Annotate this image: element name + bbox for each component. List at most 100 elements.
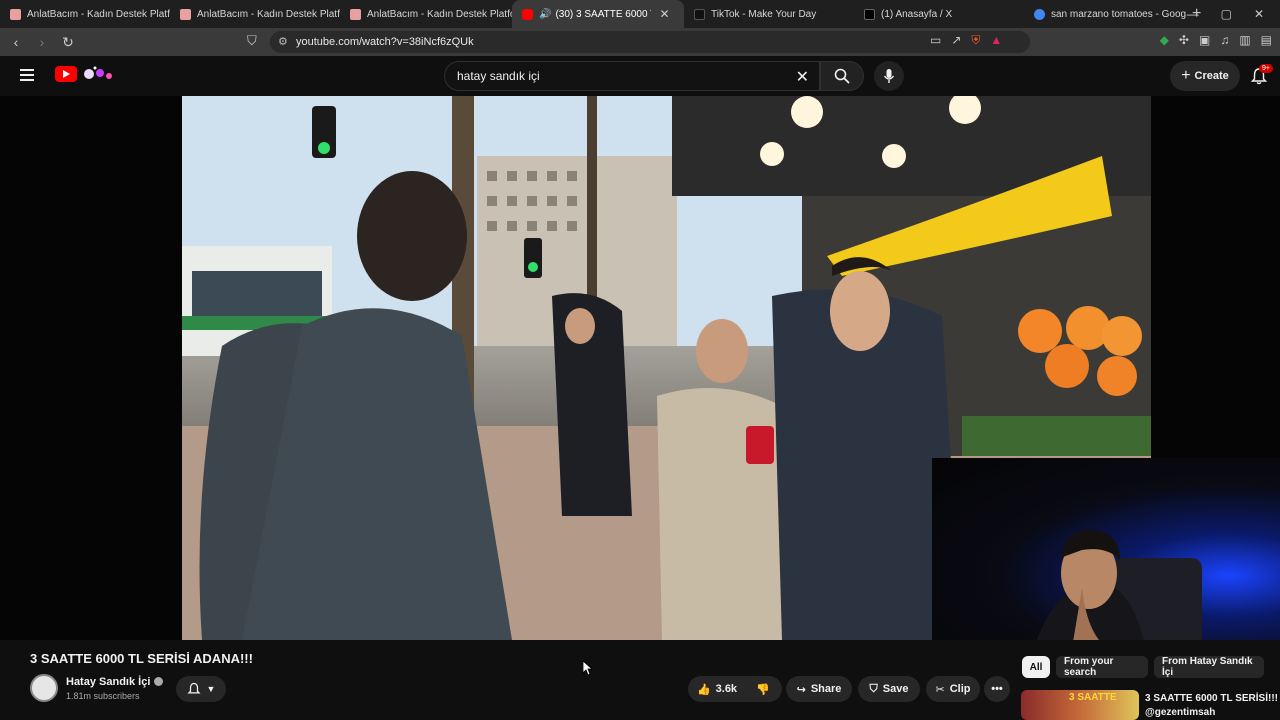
chip-label: From Hatay Sandık İçi (1162, 656, 1253, 678)
create-label: Create (1194, 70, 1229, 82)
channel-avatar[interactable] (30, 674, 58, 702)
bookmark-save-icon: ⛉ (869, 682, 878, 695)
filter-chip-from-search[interactable]: From your search (1056, 656, 1148, 678)
extension-icon[interactable]: ◆ (1160, 33, 1169, 47)
browser-tab[interactable]: TikTok - Make Your Day (684, 0, 854, 28)
video-title: 3 SAATTE 6000 TL SERİSİ ADANA!!! (30, 651, 253, 666)
share-button[interactable]: ↪ Share (786, 676, 852, 702)
minimize-icon[interactable]: — (1187, 7, 1199, 21)
cast-icon[interactable]: ▭ (930, 33, 941, 48)
channel-name-link[interactable]: Hatay Sandık İçi (66, 676, 164, 688)
site-info-icon[interactable]: ⚙ (278, 35, 288, 48)
youtube-doodle-icon[interactable] (80, 65, 116, 83)
thumbnail-text: 3 SAATTE (1069, 692, 1117, 703)
microphone-icon (883, 69, 895, 83)
browser-tab[interactable]: AnlatBacım - Kadın Destek Platformu (0, 0, 170, 28)
site-favicon-icon (10, 8, 21, 20)
address-bar-actions: ▭ ↗ ⛨ ▲ (930, 33, 1002, 48)
tab-label: AnlatBacım - Kadın Destek Platformu (197, 8, 340, 20)
browser-tab[interactable]: san marzano tomatoes - Google Sea (1024, 0, 1186, 28)
like-button[interactable]: 👍 3.6k (688, 676, 746, 702)
channel-name: Hatay Sandık İçi (66, 676, 151, 688)
clip-button[interactable]: ✂ Clip (926, 676, 980, 702)
tab-label: AnlatBacım - Kadın Destek Platformu (367, 8, 512, 20)
maximize-icon[interactable]: ▢ (1221, 7, 1232, 21)
clear-search-icon[interactable]: ✕ (796, 67, 809, 87)
share-label: Share (810, 683, 842, 695)
search-icon (834, 68, 850, 84)
browser-tab[interactable]: (1) Anasayfa / X (854, 0, 1024, 28)
create-button[interactable]: + Create (1170, 61, 1240, 91)
tab-label: san marzano tomatoes - Google Sea (1051, 8, 1186, 20)
save-label: Save (882, 683, 909, 695)
tiktok-favicon-icon (694, 8, 705, 20)
clip-label: Clip (949, 683, 971, 695)
scissors-icon: ✂ (935, 683, 945, 696)
menu-hamburger-icon[interactable] (20, 69, 34, 81)
browser-tab[interactable]: AnlatBacım - Kadın Destek Platformu (170, 0, 340, 28)
browser-toolbar: ‹ › ↻ ⛉ ⚙ youtube.com/watch?v=38iNcf6zQU… (0, 28, 1280, 56)
media-controls-icon[interactable]: ♫ (1220, 33, 1229, 47)
forward-arrow-icon[interactable]: › (32, 34, 52, 50)
site-favicon-icon (180, 8, 191, 20)
more-dots-icon: ••• (991, 683, 1003, 695)
filter-chip-all[interactable]: All (1022, 656, 1050, 678)
tab-label: TikTok - Make Your Day (711, 8, 817, 20)
sidebar-icon[interactable]: ▥ (1239, 33, 1250, 47)
back-arrow-icon[interactable]: ‹ (6, 34, 26, 50)
youtube-favicon-icon (522, 8, 533, 20)
x-favicon-icon (864, 8, 875, 20)
plus-icon: + (1181, 67, 1191, 84)
tab-label: (1) Anasayfa / X (881, 8, 953, 20)
window-controls: — ▢ ✕ (1187, 0, 1280, 28)
tab-label: AnlatBacım - Kadın Destek Platformu (27, 8, 170, 20)
extensions-area: ◆ ✣ ▣ ♫ ▥ ▤ (1160, 33, 1272, 47)
close-window-icon[interactable]: ✕ (1254, 7, 1264, 21)
reload-icon[interactable]: ↻ (58, 34, 78, 51)
url-text: youtube.com/watch?v=38iNcf6zQUk (296, 36, 474, 48)
thumbs-down-icon: 👎 (756, 683, 770, 696)
filter-chip-from-channel[interactable]: From Hatay Sandık İçi (1154, 656, 1264, 678)
share-page-icon[interactable]: ↗ (951, 33, 961, 48)
subscriber-count: 1.81m subscribers (66, 691, 140, 701)
verified-badge-icon (154, 677, 164, 686)
browser-tab-active[interactable]: 🔊 (30) 3 SAATTE 6000 TL SERİSİ ✕ (512, 0, 684, 28)
wallet-icon[interactable]: ▤ (1261, 33, 1272, 47)
close-tab-icon[interactable]: ✕ (659, 7, 669, 21)
tab-search-icon[interactable]: ▣ (1199, 33, 1210, 47)
webcam-feed-image (1032, 529, 1202, 654)
like-count: 3.6k (715, 683, 738, 695)
voice-search-button[interactable] (874, 61, 904, 91)
chevron-down-icon: ▼ (206, 684, 216, 694)
share-arrow-icon: ↪ (796, 683, 806, 696)
search-input[interactable]: hatay sandık içi ✕ (444, 61, 820, 91)
youtube-logo[interactable] (55, 66, 77, 82)
mouse-cursor-icon (583, 661, 593, 676)
more-actions-button[interactable]: ••• (984, 676, 1010, 702)
speaker-icon[interactable]: 🔊 (539, 9, 551, 20)
streamer-webcam-overlay (932, 458, 1280, 654)
subscription-notifications-button[interactable]: ▼ (176, 676, 226, 702)
chip-label: From your search (1064, 656, 1114, 678)
bell-icon (186, 682, 201, 694)
search-button[interactable] (820, 61, 864, 91)
address-bar[interactable]: ⚙ youtube.com/watch?v=38iNcf6zQUk (270, 31, 1030, 53)
recommended-video-thumbnail[interactable]: 3 SAATTE (1021, 690, 1139, 720)
chip-label: All (1029, 661, 1043, 673)
youtube-masthead: hatay sandık içi ✕ + Create 9+ (0, 56, 1280, 96)
puzzle-extensions-icon[interactable]: ✣ (1179, 33, 1189, 47)
recommended-video-title[interactable]: 3 SAATTE 6000 TL SERİSİ!!! (1145, 693, 1278, 704)
notification-count-badge: 9+ (1259, 64, 1273, 73)
tab-label: (30) 3 SAATTE 6000 TL SERİSİ (555, 8, 651, 20)
bookmark-icon[interactable]: ⛉ (247, 33, 257, 49)
google-favicon-icon (1034, 8, 1045, 20)
save-button[interactable]: ⛉ Save (858, 676, 920, 702)
recommended-video-channel[interactable]: @gezentimsah (1145, 707, 1215, 718)
rewards-icon[interactable]: ▲ (990, 33, 1002, 48)
dislike-button[interactable]: 👎 (748, 676, 778, 702)
search-query-text: hatay sandık içi (457, 69, 540, 83)
browser-tab-strip: AnlatBacım - Kadın Destek Platformu Anla… (0, 0, 1280, 28)
browser-tab[interactable]: AnlatBacım - Kadın Destek Platformu (340, 0, 512, 28)
thumbs-up-icon: 👍 (696, 683, 711, 696)
brave-shield-icon[interactable]: ⛨ (971, 33, 980, 48)
